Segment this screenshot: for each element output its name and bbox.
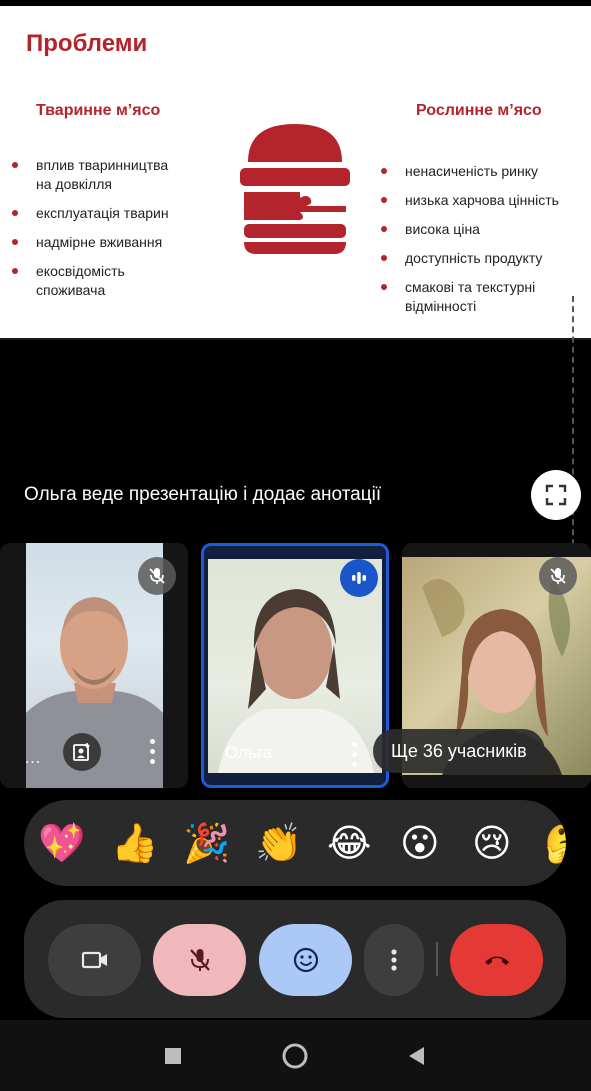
reaction-sparkling-heart[interactable]: 💖 — [38, 821, 85, 865]
list-item: екосвідомість споживача — [12, 262, 162, 300]
reaction-thinking[interactable]: 🤔 — [544, 821, 566, 865]
speaking-indicator — [340, 559, 378, 597]
pin-participant-button[interactable] — [63, 733, 101, 771]
circle-icon — [282, 1043, 308, 1069]
scrollbar[interactable] — [572, 296, 575, 576]
fullscreen-button[interactable] — [531, 470, 581, 520]
video-camera-icon — [81, 951, 107, 969]
reaction-thumbs-up[interactable]: 👍 — [111, 821, 158, 865]
reactions-toggle-button[interactable] — [259, 924, 352, 996]
end-call-button[interactable] — [450, 924, 543, 996]
microphone-toggle-button[interactable] — [153, 924, 246, 996]
participant-more-button[interactable] — [143, 736, 161, 766]
back-button[interactable] — [400, 1040, 432, 1072]
home-button[interactable] — [279, 1040, 311, 1072]
more-vert-icon — [391, 949, 397, 971]
right-bullet-list: ненасиченість ринку низька харчова цінні… — [381, 162, 589, 326]
reaction-surprised[interactable]: 😮 — [400, 821, 440, 865]
list-item: висока ціна — [381, 220, 589, 239]
pin-icon — [73, 743, 90, 761]
mic-off-indicator — [539, 557, 577, 595]
list-item: експлуатація тварин — [12, 204, 212, 223]
camera-toggle-button[interactable] — [48, 924, 141, 996]
square-icon — [165, 1048, 181, 1064]
participant-name: … — [24, 748, 41, 767]
list-item: доступність продукту — [381, 249, 589, 268]
burger-puzzle-icon — [240, 124, 350, 254]
more-options-button[interactable] — [364, 924, 424, 996]
presenting-notice: Ольга веде презентацію і додає анотації — [24, 484, 382, 505]
mic-off-indicator — [138, 557, 176, 595]
more-participants-chip[interactable]: Ще 36 учасників — [373, 729, 545, 773]
list-item: ненасиченість ринку — [381, 162, 589, 181]
list-item: надмірне вживання — [12, 233, 212, 252]
fullscreen-icon — [545, 484, 567, 506]
back-triangle-icon — [409, 1047, 424, 1065]
controls-divider — [436, 942, 438, 976]
reaction-laughing[interactable]: 😂 — [327, 821, 371, 865]
audio-wave-icon — [352, 572, 366, 584]
slide-title: Проблеми — [26, 30, 148, 57]
recents-button[interactable] — [157, 1040, 189, 1072]
participant-name: Ольга — [225, 743, 273, 762]
mic-off-icon — [149, 568, 165, 584]
left-bullet-list: вплив тваринництва на довкілля експлуата… — [12, 156, 212, 310]
left-column-heading: Тваринне м’ясо — [36, 102, 161, 119]
participant-tile-active-speaker[interactable]: Ольга — [201, 543, 389, 788]
presentation-slide: Проблеми Тваринне м’ясо Рослинне м’ясо в… — [0, 6, 591, 338]
mic-off-icon — [550, 568, 566, 584]
list-item: вплив тваринництва на довкілля — [12, 156, 182, 194]
list-item: низька харчова цінність — [381, 191, 589, 210]
call-end-icon — [484, 956, 509, 965]
reaction-clapping[interactable]: 👏 — [255, 821, 302, 865]
mic-off-icon — [189, 949, 210, 971]
reaction-crying[interactable]: 😢 — [472, 821, 512, 865]
list-item: смакові та текстурні відмінності — [381, 278, 571, 316]
participant-more-button[interactable] — [345, 739, 363, 769]
right-column-heading: Рослинне м’ясо — [416, 102, 542, 119]
reactions-bar: 💖 👍 🎉 👏 😂 😮 😢 🤔 — [24, 800, 566, 886]
emoji-icon — [293, 947, 318, 973]
reaction-party-popper[interactable]: 🎉 — [183, 821, 230, 865]
